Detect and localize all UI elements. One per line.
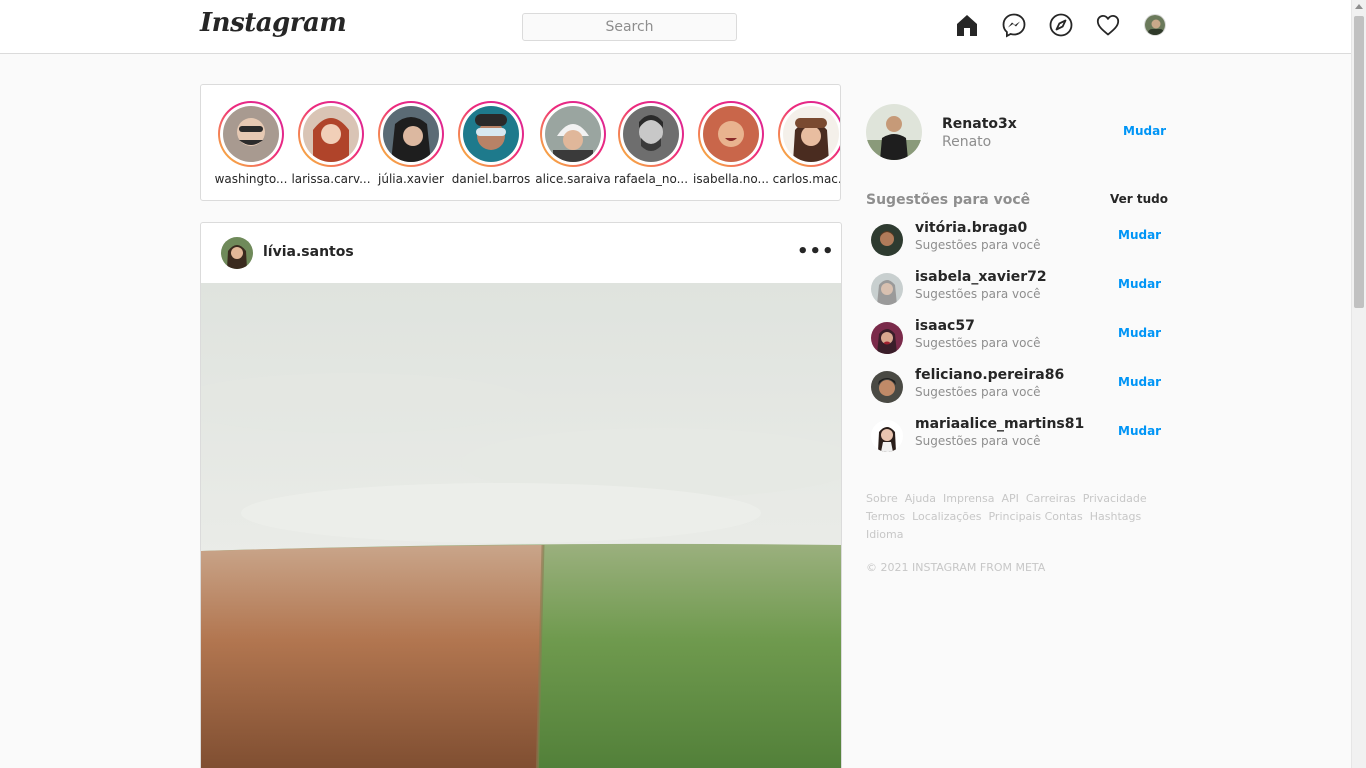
story-avatar: [303, 106, 359, 162]
scrollbar-thumb[interactable]: [1354, 16, 1364, 308]
footer-link-privacidade[interactable]: Privacidade: [1083, 492, 1147, 505]
story-username: júlia.xavier: [378, 172, 444, 186]
story-username: isabella.no...: [693, 172, 769, 186]
footer-link-hashtags[interactable]: Hashtags: [1090, 510, 1141, 523]
suggestion-action-button[interactable]: Mudar: [1118, 228, 1161, 242]
search-input[interactable]: [522, 13, 737, 41]
story-item[interactable]: rafaela_no...: [611, 101, 691, 186]
footer-link-api[interactable]: API: [1001, 492, 1018, 505]
current-user-username[interactable]: Renato3x: [942, 116, 1017, 132]
story-avatar: [383, 106, 439, 162]
switch-account-button[interactable]: Mudar: [1123, 124, 1166, 138]
post-author-username[interactable]: lívia.santos: [263, 244, 354, 260]
suggestion-username[interactable]: isabela_xavier72: [915, 269, 1047, 285]
suggestion-subtitle: Sugestões para você: [915, 287, 1041, 301]
copyright-text: © 2021 INSTAGRAM FROM META: [866, 561, 1046, 574]
more-options-icon[interactable]: •••: [797, 243, 835, 261]
story-username: alice.saraiva: [535, 172, 611, 186]
suggestion-username[interactable]: mariaalice_martins81: [915, 416, 1084, 432]
story-username: carlos.mac...: [772, 172, 841, 186]
current-user-name: Renato: [942, 134, 992, 150]
suggestion-action-button[interactable]: Mudar: [1118, 424, 1161, 438]
story-item[interactable]: daniel.barros: [451, 101, 531, 186]
home-icon[interactable]: [954, 12, 980, 38]
suggestion-username[interactable]: vitória.braga0: [915, 220, 1027, 236]
story-item[interactable]: larissa.carv...: [291, 101, 371, 186]
story-item[interactable]: isabella.no...: [691, 101, 771, 186]
story-username: washingto...: [214, 172, 288, 186]
suggestion-username[interactable]: feliciano.pereira86: [915, 367, 1064, 383]
feed-post: lívia.santos •••: [200, 222, 842, 768]
footer-link-carreiras[interactable]: Carreiras: [1026, 492, 1076, 505]
suggestion-item: isabela_xavier72 Sugestões para você Mud…: [866, 269, 1166, 309]
footer-link-imprensa[interactable]: Imprensa: [943, 492, 994, 505]
post-author-avatar[interactable]: [221, 237, 253, 269]
suggestion-action-button[interactable]: Mudar: [1118, 375, 1161, 389]
stories-tray: washingto... larissa.carv... júlia.xavie…: [200, 84, 841, 201]
story-item[interactable]: júlia.xavier: [371, 101, 451, 186]
profile-avatar[interactable]: [1144, 14, 1166, 36]
suggestion-action-button[interactable]: Mudar: [1118, 277, 1161, 291]
current-user-avatar[interactable]: [866, 104, 922, 160]
footer-link-termos[interactable]: Termos: [866, 510, 905, 523]
suggestion-item: vitória.braga0 Sugestões para você Mudar: [866, 220, 1166, 260]
suggestion-action-button[interactable]: Mudar: [1118, 326, 1161, 340]
post-image[interactable]: [201, 283, 842, 768]
suggestion-subtitle: Sugestões para você: [915, 434, 1041, 448]
story-avatar: [783, 106, 839, 162]
story-avatar: [703, 106, 759, 162]
suggestions-title: Sugestões para você: [866, 192, 1031, 208]
instagram-logo[interactable]: Instagram: [200, 8, 347, 38]
footer-link-principais-contas[interactable]: Principais Contas: [988, 510, 1082, 523]
messenger-icon[interactable]: [1001, 12, 1027, 38]
story-avatar: [623, 106, 679, 162]
story-avatar: [545, 106, 601, 162]
suggestion-subtitle: Sugestões para você: [915, 385, 1041, 399]
footer-links: Sobre Ajuda Imprensa API Carreiras Privacidad…: [866, 490, 1156, 544]
top-navigation-bar: Instagram: [0, 0, 1351, 54]
story-item[interactable]: washingto...: [211, 101, 291, 186]
suggestion-item: isaac57 Sugestões para você Mudar: [866, 318, 1166, 358]
story-username: rafaela_no...: [613, 172, 689, 186]
footer-link-localizacoes[interactable]: Localizações: [912, 510, 981, 523]
suggestion-avatar[interactable]: [871, 273, 903, 305]
story-username: daniel.barros: [451, 172, 531, 186]
story-avatar: [463, 106, 519, 162]
page-scrollbar[interactable]: [1351, 0, 1366, 768]
explore-icon[interactable]: [1048, 12, 1074, 38]
suggestion-avatar[interactable]: [871, 224, 903, 256]
scroll-up-icon[interactable]: [1355, 4, 1363, 9]
post-header: lívia.santos •••: [201, 223, 841, 283]
story-avatar: [223, 106, 279, 162]
suggestion-avatar[interactable]: [871, 322, 903, 354]
story-item[interactable]: carlos.mac...: [771, 101, 841, 186]
story-username: larissa.carv...: [291, 172, 371, 186]
footer-link-sobre[interactable]: Sobre: [866, 492, 898, 505]
suggestion-avatar[interactable]: [871, 420, 903, 452]
suggestion-item: feliciano.pereira86 Sugestões para você …: [866, 367, 1166, 407]
suggestion-subtitle: Sugestões para você: [915, 336, 1041, 350]
suggestion-item: mariaalice_martins81 Sugestões para você…: [866, 416, 1166, 456]
suggestion-avatar[interactable]: [871, 371, 903, 403]
see-all-link[interactable]: Ver tudo: [1110, 192, 1168, 206]
footer-link-ajuda[interactable]: Ajuda: [905, 492, 936, 505]
suggestion-username[interactable]: isaac57: [915, 318, 975, 334]
story-item[interactable]: alice.saraiva: [533, 101, 613, 186]
heart-icon[interactable]: [1095, 12, 1121, 38]
footer-link-idioma[interactable]: Idioma: [866, 528, 903, 541]
suggestion-subtitle: Sugestões para você: [915, 238, 1041, 252]
